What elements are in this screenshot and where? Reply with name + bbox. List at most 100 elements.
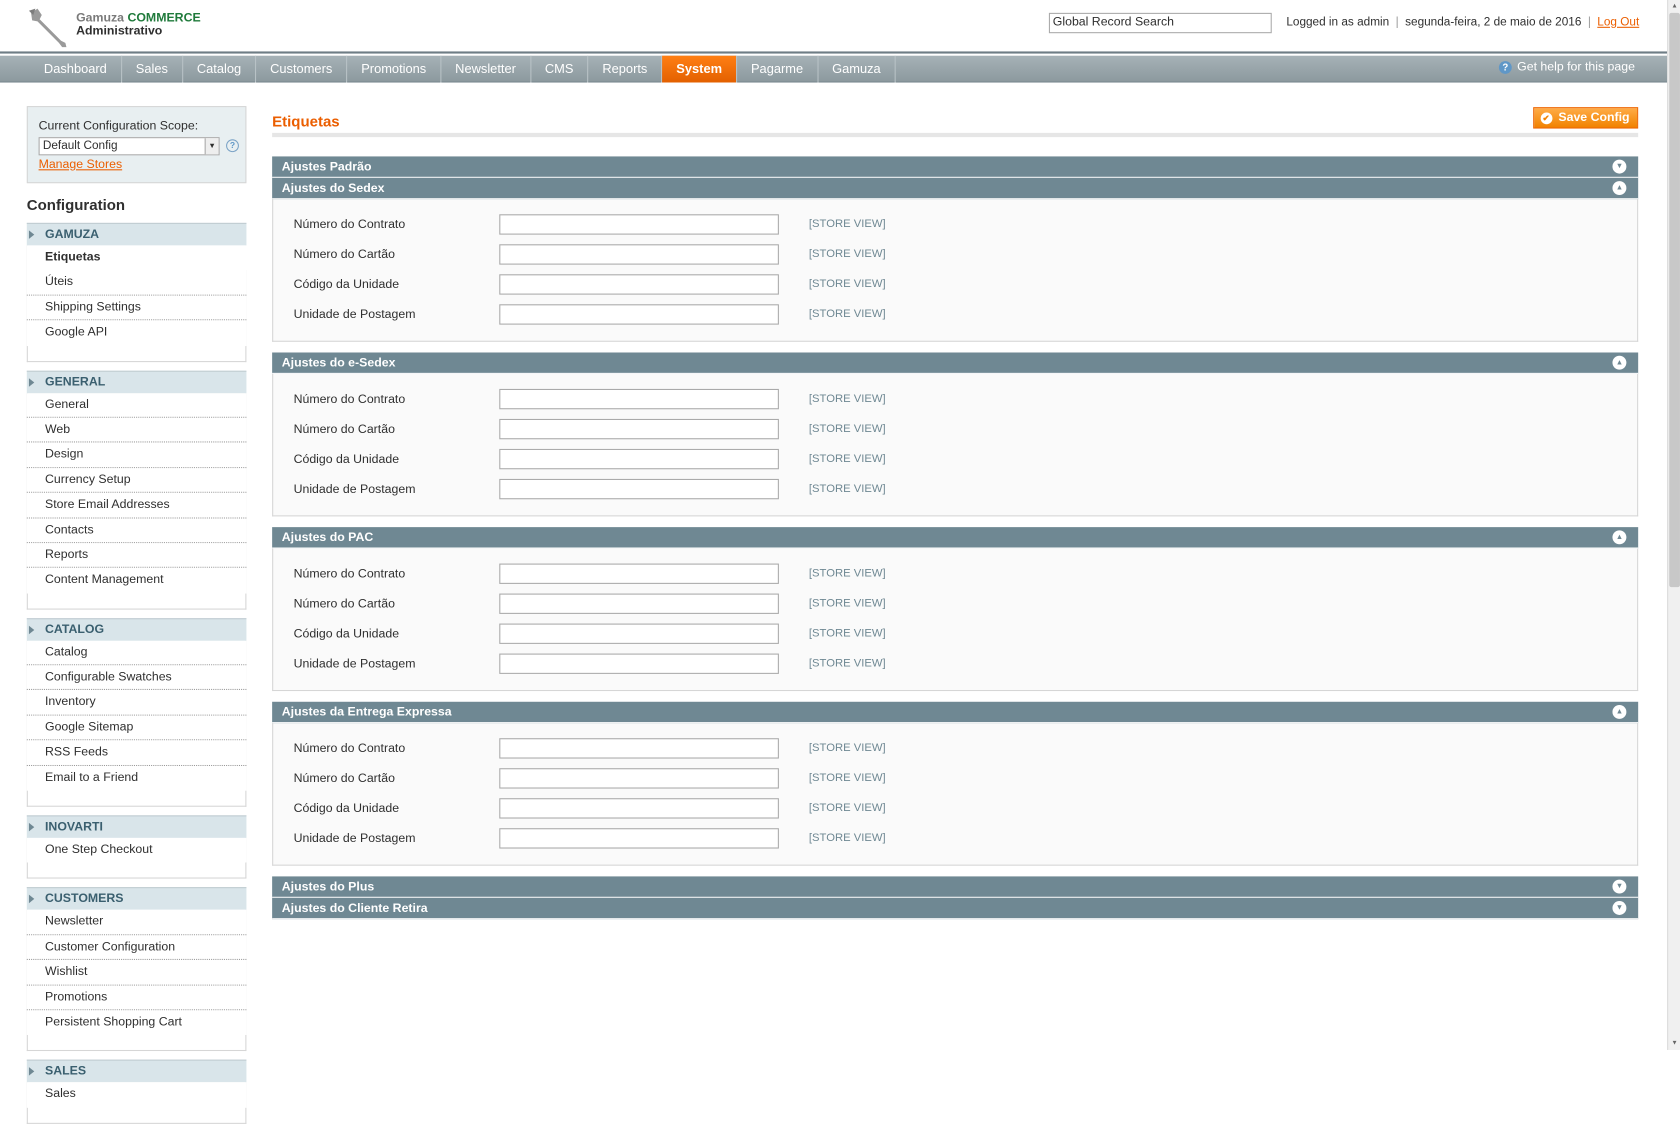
vertical-scrollbar[interactable]: ▲ ▼ <box>1667 0 1680 1050</box>
text-field[interactable] <box>499 593 779 614</box>
text-field[interactable] <box>499 563 779 584</box>
sidebar-section-general[interactable]: GENERAL <box>26 370 247 393</box>
nav-item-catalog[interactable]: Catalog <box>183 55 257 83</box>
nav-item-system[interactable]: System <box>662 55 738 83</box>
sidebar-item[interactable]: Configurable Swatches <box>26 665 247 691</box>
text-field[interactable] <box>499 623 779 644</box>
text-field[interactable] <box>499 418 779 440</box>
nav-item-reports[interactable]: Reports <box>588 55 663 83</box>
field-label: Unidade de Postagem <box>293 308 416 322</box>
sidebar-item[interactable]: Promotions <box>26 985 247 1011</box>
store-view-tag: [STORE VIEW] <box>808 217 886 231</box>
sidebar-item[interactable]: Email to a Friend <box>26 765 247 791</box>
text-field[interactable] <box>499 448 779 470</box>
sidebar-item[interactable]: Etiquetas <box>26 245 247 271</box>
text-field[interactable] <box>499 214 779 235</box>
logout-link[interactable]: Log Out <box>1597 16 1639 29</box>
nav-item-newsletter[interactable]: Newsletter <box>441 55 531 83</box>
sidebar-item[interactable]: Sales <box>26 1082 247 1108</box>
expand-icon[interactable]: ▼ <box>1612 159 1627 174</box>
collapse-icon[interactable]: ▲ <box>1612 181 1627 195</box>
sidebar-item[interactable]: Newsletter <box>26 910 247 936</box>
field-label: Número do Contrato <box>293 393 406 407</box>
sidebar-item[interactable]: Inventory <box>26 690 247 716</box>
store-view-tag: [STORE VIEW] <box>808 452 886 465</box>
nav-item-dashboard[interactable]: Dashboard <box>30 55 122 83</box>
expand-icon[interactable]: ▼ <box>1612 879 1627 894</box>
config-sidebar: GAMUZA Etiquetas Úteis Shipping Settings Goo… <box>26 222 247 1132</box>
fieldset-header[interactable]: Ajustes do e-Sedex ▲ <box>272 352 1639 374</box>
logo[interactable]: Gamuza COMMERCE Administrativo <box>27 6 220 49</box>
sidebar-item[interactable]: Store Email Addresses <box>26 492 247 519</box>
nav-item-promotions[interactable]: Promotions <box>347 55 442 83</box>
scope-select[interactable]: Default Config ▼ <box>38 137 220 156</box>
sidebar-item[interactable]: Persistent Shopping Cart <box>26 1010 247 1036</box>
text-field[interactable] <box>499 768 779 789</box>
help-icon[interactable]: ? <box>226 139 239 153</box>
nav-item-gamuza[interactable]: Gamuza <box>818 55 896 83</box>
sidebar-item[interactable]: One Step Checkout <box>26 837 247 863</box>
sidebar-item[interactable]: RSS Feeds <box>26 740 247 766</box>
fieldset-header[interactable]: Ajustes do Plus ▼ <box>272 876 1639 898</box>
fieldset-title: Ajustes do e-Sedex <box>281 356 396 370</box>
help-icon: ? <box>1498 61 1512 74</box>
nav-item-customers[interactable]: Customers <box>256 55 348 83</box>
text-field[interactable] <box>499 828 779 849</box>
sidebar-item[interactable]: Web <box>26 417 247 443</box>
sidebar-item[interactable]: Google API <box>26 320 247 346</box>
wrench-icon <box>28 8 67 48</box>
sidebar-item[interactable]: General <box>26 392 247 418</box>
fieldset-header[interactable]: Ajustes do PAC ▲ <box>272 527 1639 549</box>
nav-item-pagarme[interactable]: Pagarme <box>737 55 819 83</box>
text-field[interactable] <box>499 738 779 759</box>
sidebar-item[interactable]: Design <box>26 442 247 468</box>
header: Gamuza COMMERCE Administrativo Logged in… <box>0 0 1668 54</box>
scroll-up-icon[interactable]: ▲ <box>1668 0 1680 13</box>
sidebar-item[interactable]: Customer Configuration <box>26 935 247 961</box>
save-config-button[interactable]: ✔ Save Config <box>1532 107 1639 129</box>
text-field[interactable] <box>499 304 779 325</box>
sidebar-section-gamuza[interactable]: GAMUZA <box>26 222 247 246</box>
sidebar-item[interactable]: Catalog <box>26 640 247 666</box>
scroll-down-icon[interactable]: ▼ <box>1668 1037 1680 1050</box>
store-view-tag: [STORE VIEW] <box>808 566 886 580</box>
scrollbar-thumb[interactable] <box>1669 12 1680 588</box>
text-field[interactable] <box>499 244 779 265</box>
nav-list: Dashboard Sales Catalog Customers Promotions… <box>0 55 1667 83</box>
nav-item-sales[interactable]: Sales <box>122 55 183 83</box>
sidebar-item[interactable]: Reports <box>26 543 247 569</box>
text-field[interactable] <box>499 478 779 500</box>
chevron-down-icon: ▼ <box>204 138 219 155</box>
collapse-icon[interactable]: ▲ <box>1612 355 1627 370</box>
sidebar-item[interactable]: Contacts <box>26 518 247 544</box>
manage-stores-link[interactable]: Manage Stores <box>39 159 123 172</box>
store-view-tag: [STORE VIEW] <box>808 626 886 640</box>
collapse-icon[interactable]: ▲ <box>1612 704 1627 719</box>
sidebar-section-inovarti[interactable]: INOVARTI <box>26 815 247 838</box>
global-search-input[interactable] <box>1048 12 1272 33</box>
text-field[interactable] <box>499 798 779 819</box>
help-link[interactable]: ? Get help for this page <box>1498 61 1635 74</box>
text-field[interactable] <box>499 274 779 295</box>
fieldset-header[interactable]: Ajustes da Entrega Expressa ▲ <box>272 701 1639 724</box>
sidebar-item[interactable]: Úteis <box>26 270 247 296</box>
store-view-tag: [STORE VIEW] <box>808 741 886 755</box>
field-label: Número do Cartão <box>293 597 395 611</box>
fieldset-header[interactable]: Ajustes do Sedex ▲ <box>272 177 1639 200</box>
text-field[interactable] <box>499 653 779 674</box>
sidebar-item[interactable]: Google Sitemap <box>26 715 247 741</box>
text-field[interactable] <box>499 388 779 410</box>
sidebar-item[interactable]: Shipping Settings <box>26 295 247 321</box>
sidebar-section-sales[interactable]: SALES <box>26 1060 247 1083</box>
nav-item-cms[interactable]: CMS <box>531 55 589 83</box>
sidebar-section-customers[interactable]: CUSTOMERS <box>26 887 247 911</box>
sidebar-item[interactable]: Wishlist <box>26 960 247 986</box>
fieldset-header[interactable]: Ajustes do Cliente Retira ▼ <box>272 897 1639 920</box>
collapse-icon[interactable]: ▲ <box>1612 530 1627 545</box>
sidebar-section-catalog[interactable]: CATALOG <box>26 617 247 641</box>
fieldset-header[interactable]: Ajustes Padrão ▼ <box>272 156 1639 178</box>
field-label: Unidade de Postagem <box>293 657 416 671</box>
expand-icon[interactable]: ▼ <box>1612 901 1627 915</box>
sidebar-item[interactable]: Currency Setup <box>26 467 247 493</box>
sidebar-item[interactable]: Content Management <box>26 568 247 594</box>
